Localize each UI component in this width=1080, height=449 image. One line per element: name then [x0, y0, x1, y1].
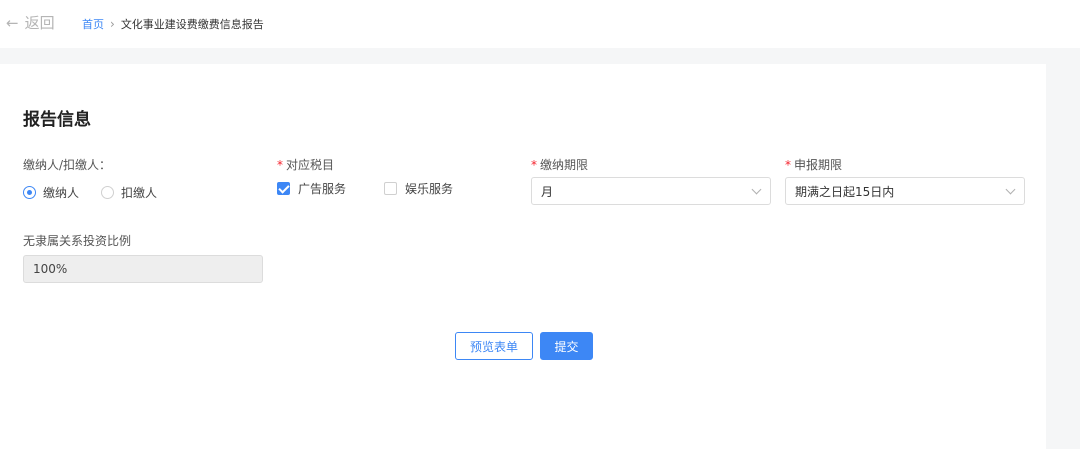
checkbox-checked-icon [277, 182, 290, 195]
tax-item-label: * 对应税目 [277, 156, 334, 173]
breadcrumb: 首页 › 文化事业建设费缴费信息报告 [82, 16, 264, 32]
report-info-card: 报告信息 缴纳人/扣缴人： 缴纳人 扣缴人 * 对应税目 广告服务 娱乐服务 * 缴… [0, 64, 1046, 449]
declaration-period-label-text: 申报期限 [794, 158, 843, 172]
investment-ratio-value: 100% [33, 262, 68, 276]
checkbox-unchecked-icon [384, 182, 398, 195]
payment-period-label-text: 缴纳期限 [540, 158, 589, 172]
checkbox-advertising-label: 广告服务 [298, 182, 347, 196]
payment-period-label: * 缴纳期限 [531, 156, 588, 173]
payer-type-label-text: 缴纳人/扣缴人： [23, 158, 112, 172]
chevron-down-icon [751, 184, 762, 195]
tax-item-checkbox-group: 广告服务 娱乐服务 [277, 180, 491, 197]
payment-period-value: 月 [541, 184, 554, 199]
preview-form-button[interactable]: 预览表单 [455, 332, 533, 360]
radio-unchecked-icon [101, 186, 115, 199]
declaration-period-label: * 申报期限 [785, 156, 842, 173]
required-mark: * [785, 158, 791, 172]
breadcrumb-current: 文化事业建设费缴费信息报告 [120, 18, 264, 31]
checkbox-advertising[interactable]: 广告服务 [277, 180, 346, 197]
required-mark: * [531, 158, 537, 172]
investment-ratio-label-text: 无隶属关系投资比例 [23, 234, 132, 248]
top-bar: ← 返回 首页 › 文化事业建设费缴费信息报告 [0, 0, 1080, 48]
radio-withholder-label: 扣缴人 [121, 186, 158, 200]
back-label: 返回 [24, 14, 55, 32]
payer-type-label: 缴纳人/扣缴人： [23, 156, 111, 173]
radio-payer-label: 缴纳人 [43, 186, 80, 200]
arrow-left-icon: ← [6, 13, 19, 32]
submit-button[interactable]: 提交 [540, 332, 593, 360]
breadcrumb-home-link[interactable]: 首页 [82, 16, 104, 32]
breadcrumb-separator: › [110, 17, 115, 31]
investment-ratio-input: 100% [23, 255, 263, 283]
declaration-period-value: 期满之日起15日内 [795, 184, 895, 199]
section-title: 报告信息 [23, 110, 91, 130]
checkbox-entertainment-label: 娱乐服务 [405, 182, 454, 196]
chevron-down-icon [1005, 184, 1016, 195]
radio-payer[interactable]: 缴纳人 [23, 184, 79, 201]
tax-item-label-text: 对应税目 [286, 158, 335, 172]
radio-checked-icon [23, 186, 36, 199]
payment-period-select[interactable]: 月 [531, 177, 771, 205]
radio-withholder[interactable]: 扣缴人 [101, 184, 157, 201]
required-mark: * [277, 158, 283, 172]
payer-type-radio-group: 缴纳人 扣缴人 [23, 184, 179, 201]
checkbox-entertainment[interactable]: 娱乐服务 [384, 180, 453, 197]
investment-ratio-label: 无隶属关系投资比例 [23, 232, 131, 249]
back-button[interactable]: ← 返回 [6, 12, 55, 33]
declaration-period-select[interactable]: 期满之日起15日内 [785, 177, 1025, 205]
